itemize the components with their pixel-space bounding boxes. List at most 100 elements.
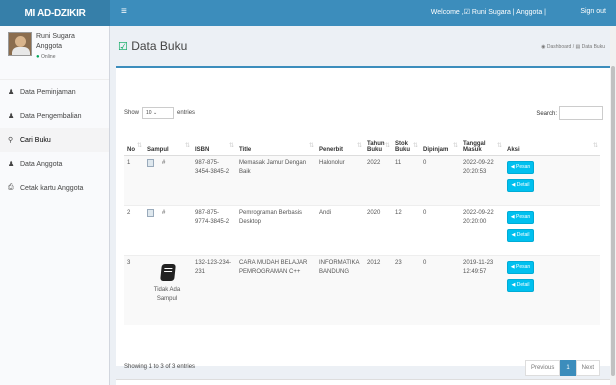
top-navbar: MI AD-DZIKIR ≡ Welcome ,☑ Runi Sugara | … (0, 0, 616, 26)
main-content: ☑ Data Buku ◉ Dashboard / ▤ Data Buku Sh… (110, 26, 616, 385)
entries-select[interactable]: 10 ⌄ (142, 107, 175, 119)
cell-tanggal: 2022-09-22 20:20:00 (460, 204, 504, 255)
user-icon: ♟ (8, 89, 15, 96)
sidebar-item-label: Cetak kartu Anggota (20, 184, 84, 192)
detail-button[interactable]: ◀ Detail (507, 278, 534, 292)
breadcrumb-separator: / (572, 44, 575, 50)
file-icon: ▤ (575, 44, 581, 50)
table-header-row: No ⇅ Sampul ⇅ ISBN ⇅ Title ⇅ Penerbit ⇅ Tahun… (124, 130, 600, 156)
page-scrollbar[interactable] (610, 26, 616, 385)
cell-tahun: 2020 (364, 204, 392, 255)
cell-isbn: 987-875-3454-3845-2 (192, 154, 236, 205)
col-stok[interactable]: Stok Buku ⇅ (392, 130, 420, 156)
cell-title: CARA MUDAH BELAJAR PEMROGRAMAN C++ (236, 254, 316, 325)
search-label: Search: (536, 111, 557, 117)
cell-isbn: 987-875-9774-3845-2 (192, 204, 236, 255)
detail-button[interactable]: ◀ Detail (507, 228, 534, 242)
user-icon: ♟ (8, 113, 15, 120)
detail-button[interactable]: ◀ Detail (507, 178, 534, 192)
table-row: 2 # 987-875-9774-3845-2 Pemrograman Berb… (124, 204, 600, 255)
app-logo[interactable]: MI AD-DZIKIR (0, 0, 110, 26)
cell-dipinjam: 0 (420, 254, 460, 325)
books-table: No ⇅ Sampul ⇅ ISBN ⇅ Title ⇅ Penerbit ⇅ Tahun… (124, 130, 600, 325)
table-info: Showing 1 to 3 of 3 entries (124, 364, 196, 370)
user-name: Runi Sugara (36, 33, 75, 40)
cell-isbn: 132-123-234-231 (192, 254, 236, 325)
col-dipinjam[interactable]: Dipinjam ⇅ (420, 130, 460, 156)
cell-aksi: ◀ Pesan ◀ Detail (504, 254, 600, 325)
col-sampul[interactable]: Sampul ⇅ (144, 130, 192, 156)
previous-button[interactable]: Previous (524, 360, 561, 376)
cell-stok: 11 (392, 154, 420, 205)
cell-title: Memasak Jamur Dengan Baik (236, 154, 316, 205)
cell-stok: 12 (392, 204, 420, 255)
entries-control: Show 10 ⌄ entries (124, 107, 195, 119)
cell-tanggal: 2022-09-22 20:20:53 (460, 154, 504, 205)
avatar (8, 32, 32, 56)
footer-box (116, 379, 610, 385)
print-icon: ⎙ (8, 184, 14, 191)
col-penerbit[interactable]: Penerbit ⇅ (316, 130, 364, 156)
page-title-text: Data Buku (131, 39, 188, 53)
entries-value: 10 (146, 110, 152, 116)
pesan-button[interactable]: ◀ Pesan (507, 160, 534, 174)
cell-sampul: # (144, 204, 192, 255)
cell-tahun: 2012 (364, 254, 392, 325)
cell-no: 2 (124, 204, 144, 255)
sidebar-item-data-peminjaman[interactable]: ♟ Data Peminjaman (0, 80, 109, 104)
cell-title: Pemrograman Berbasis Desktop (236, 204, 316, 255)
sidebar-item-label: Data Peminjaman (20, 88, 76, 96)
pesan-button[interactable]: ◀ Pesan (507, 210, 534, 224)
cell-aksi: ◀ Pesan ◀ Detail (504, 204, 600, 255)
search-input[interactable] (559, 106, 603, 120)
next-button[interactable]: Next (575, 360, 600, 376)
dashboard-icon: ◉ (541, 44, 546, 50)
user-status: ● Online (36, 54, 55, 60)
col-aksi[interactable]: Aksi ⇅ (504, 130, 600, 156)
search-icon: ⚲ (8, 137, 14, 144)
cell-sampul: # (144, 154, 192, 205)
cell-penerbit: Andi (316, 204, 364, 255)
sidebar: Runi Sugara Anggota ● Online ♟ Data Pemin… (0, 26, 110, 385)
pesan-button[interactable]: ◀ Pesan (507, 260, 534, 274)
breadcrumb-current: Data Buku (581, 44, 605, 50)
hamburger-menu-icon[interactable]: ≡ (121, 6, 127, 17)
signout-link[interactable]: Sign out (580, 8, 606, 15)
page-1-button[interactable]: 1 (560, 360, 576, 376)
user-status-label: Online (41, 54, 56, 60)
sidebar-item-cetak-kartu[interactable]: ⎙ Cetak kartu Anggota (0, 176, 109, 200)
table-row: 1 # 987-875-3454-3845-2 Memasak Jamur De… (124, 154, 600, 205)
sidebar-item-cari-buku[interactable]: ⚲ Cari Buku (0, 128, 109, 152)
broken-image-icon (147, 208, 154, 217)
sidebar-item-label: Data Pengembalian (20, 112, 82, 120)
col-no[interactable]: No ⇅ (124, 130, 144, 156)
page-title: ☑ Data Buku (118, 39, 187, 53)
entries-label: entries (177, 110, 196, 116)
welcome-user-link[interactable]: Welcome ,☑ Runi Sugara | Anggota | (431, 8, 546, 16)
broken-image-icon (147, 158, 154, 167)
user-panel: Runi Sugara Anggota ● Online (0, 26, 109, 80)
cell-sampul: Tidak Ada Sampul (144, 254, 192, 325)
cell-stok: 23 (392, 254, 420, 325)
sidebar-item-label: Cari Buku (20, 136, 51, 144)
col-isbn[interactable]: ISBN ⇅ (192, 130, 236, 156)
breadcrumb-home[interactable]: Dashboard (547, 44, 571, 50)
sidebar-item-data-pengembalian[interactable]: ♟ Data Pengembalian (0, 104, 109, 128)
cell-penerbit: Halonolur (316, 154, 364, 205)
cell-no: 3 (124, 254, 144, 325)
cell-tanggal: 2019-11-23 12:49:57 (460, 254, 504, 325)
online-dot-icon: ● (36, 54, 40, 60)
chevron-down-icon: ⌄ (152, 110, 158, 116)
cell-no: 1 (124, 154, 144, 205)
sidebar-item-label: Data Anggota (20, 160, 63, 168)
cell-aksi: ◀ Pesan ◀ Detail (504, 154, 600, 205)
user-role: Anggota (36, 43, 63, 50)
cell-penerbit: INFORMATIKA BANDUNG (316, 254, 364, 325)
col-title[interactable]: Title ⇅ (236, 130, 316, 156)
col-tahun[interactable]: Tahun Buku ⇅ (364, 130, 392, 156)
col-tanggal[interactable]: Tanggal Masuk ⇅ (460, 130, 504, 156)
scrollbar-thumb[interactable] (611, 66, 615, 376)
sidebar-item-data-anggota[interactable]: ♟ Data Anggota (0, 152, 109, 176)
user-icon: ♟ (8, 161, 15, 168)
show-label: Show (124, 110, 140, 116)
